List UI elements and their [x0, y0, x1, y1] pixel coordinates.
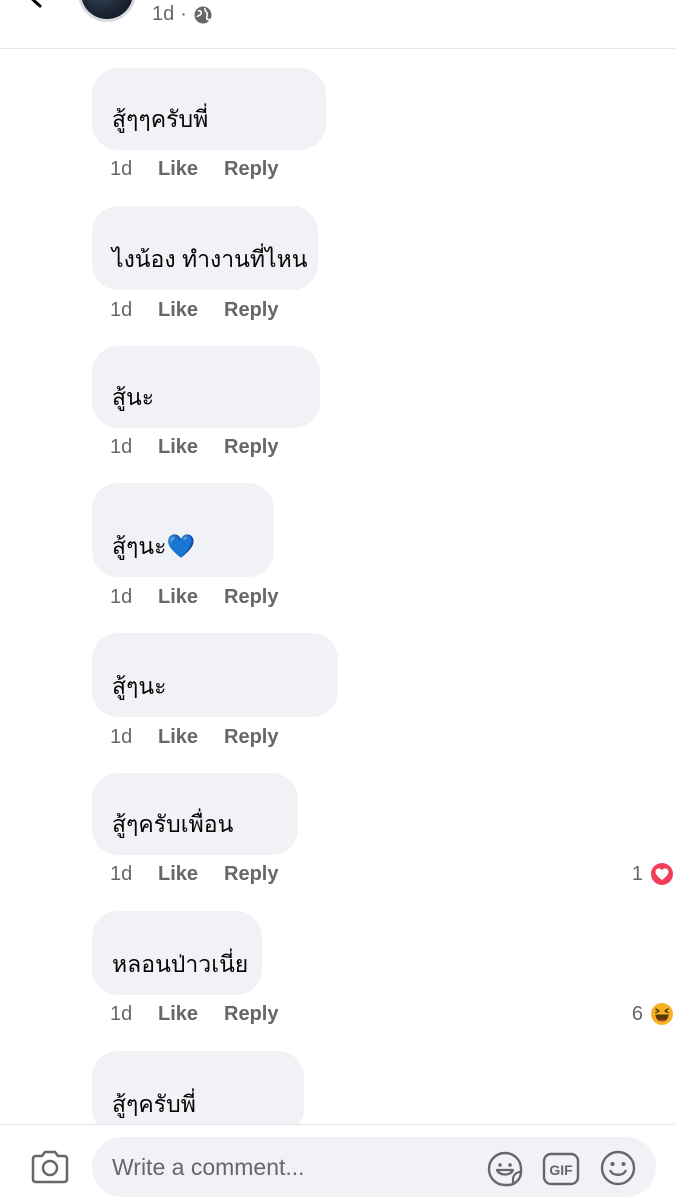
- comment-time: 1d: [110, 726, 133, 748]
- avatar[interactable]: [78, 0, 136, 22]
- reply-button[interactable]: Reply: [224, 436, 278, 459]
- comment-actions: 1d Like Reply: [110, 299, 278, 322]
- like-button[interactable]: Like: [158, 299, 224, 322]
- comment-bubble[interactable]: สู้ๆนะ💙: [92, 483, 274, 577]
- comment-text: สู้นะ: [112, 384, 155, 410]
- comment-item: ไงน้อง ทำงานที่ไหน 1d Like Reply: [92, 206, 318, 321]
- comment-bubble[interactable]: สู้ๆครับพี่: [92, 1051, 304, 1135]
- comment-actions: 1d Like Reply: [110, 1003, 278, 1026]
- comment-item: สู้ๆนะ 1d Like Reply: [92, 633, 338, 748]
- comment-time: 1d: [110, 1003, 133, 1025]
- comments-screen: 1d · สู้ๆๆครับพี่ 1d Like Reply ไงน้อง ท…: [0, 0, 675, 1200]
- comment-actions: 1d Like Reply: [110, 586, 278, 609]
- comment-bubble[interactable]: หลอนป่าวเนี่ย: [92, 911, 262, 995]
- comment-bubble[interactable]: สู้ๆครับเพื่อน: [92, 773, 298, 855]
- like-button[interactable]: Like: [158, 436, 224, 459]
- reply-button[interactable]: Reply: [224, 863, 278, 886]
- comment-actions: 1d Like Reply: [110, 436, 278, 459]
- like-button[interactable]: Like: [158, 158, 224, 181]
- post-header: 1d ·: [0, 0, 675, 49]
- comment-item: สู้ๆนะ💙 1d Like Reply: [92, 483, 278, 608]
- reply-button[interactable]: Reply: [224, 586, 278, 609]
- post-meta: 1d ·: [152, 3, 213, 26]
- comment-actions: 1d Like Reply: [110, 726, 278, 749]
- comment-bubble[interactable]: ไงน้อง ทำงานที่ไหน: [92, 206, 318, 290]
- globe-icon: [194, 6, 212, 23]
- comment-actions: 1d Like Reply: [110, 158, 278, 181]
- comment-text: ไงน้อง ทำงานที่ไหน: [112, 246, 308, 272]
- comment-time: 1d: [110, 436, 133, 458]
- sticker-icon[interactable]: [486, 1150, 524, 1188]
- gif-icon[interactable]: GIF: [542, 1152, 580, 1186]
- comment-item: สู้ๆครับพี่: [92, 1051, 304, 1135]
- like-button[interactable]: Like: [158, 1003, 224, 1026]
- comment-bubble[interactable]: สู้นะ: [92, 346, 320, 428]
- comment-actions: 1d Like Reply: [110, 863, 278, 886]
- back-arrow-icon[interactable]: [24, 0, 46, 8]
- reaction-summary[interactable]: 1: [632, 861, 675, 887]
- comment-time: 1d: [110, 158, 133, 180]
- comment-item: สู้ๆครับเพื่อน 1d Like Reply 1: [92, 773, 675, 887]
- emoji-icon[interactable]: [600, 1150, 636, 1186]
- comment-composer: Write a comment... GIF: [0, 1124, 675, 1200]
- like-button[interactable]: Like: [158, 726, 224, 749]
- comment-text: หลอนป่าวเนี่ย: [112, 951, 249, 977]
- love-reaction-icon: [649, 861, 675, 887]
- reply-button[interactable]: Reply: [224, 1003, 278, 1026]
- post-time: 1d: [152, 3, 175, 25]
- comment-item: หลอนป่าวเนี่ย 1d Like Reply 6: [92, 911, 675, 1027]
- comment-text: สู้ๆๆครับพี่: [112, 106, 209, 132]
- comment-text: สู้ๆนะ💙: [112, 533, 196, 559]
- comment-text: สู้ๆครับเพื่อน: [112, 811, 234, 837]
- comment-placeholder: Write a comment...: [112, 1154, 305, 1180]
- reaction-count: 1: [631, 862, 643, 885]
- haha-reaction-icon: [649, 1001, 675, 1027]
- reply-button[interactable]: Reply: [224, 726, 278, 749]
- like-button[interactable]: Like: [158, 863, 224, 886]
- comment-text: สู้ๆนะ: [112, 673, 167, 699]
- comment-time: 1d: [110, 299, 133, 321]
- comment-bubble[interactable]: สู้ๆๆครับพี่: [92, 68, 326, 150]
- comment-bubble[interactable]: สู้ๆนะ: [92, 633, 338, 717]
- camera-icon[interactable]: [30, 1149, 70, 1185]
- reply-button[interactable]: Reply: [224, 299, 278, 322]
- svg-text:GIF: GIF: [549, 1162, 573, 1178]
- reaction-count: 6: [631, 1002, 643, 1025]
- comment-item: สู้ๆๆครับพี่ 1d Like Reply: [92, 68, 326, 180]
- comment-item: สู้นะ 1d Like Reply: [92, 346, 320, 458]
- reaction-summary[interactable]: 6: [632, 1001, 675, 1027]
- comment-input[interactable]: Write a comment... GIF: [92, 1137, 656, 1197]
- comment-time: 1d: [110, 586, 133, 608]
- reply-button[interactable]: Reply: [224, 158, 278, 181]
- comment-time: 1d: [110, 863, 133, 885]
- like-button[interactable]: Like: [158, 586, 224, 609]
